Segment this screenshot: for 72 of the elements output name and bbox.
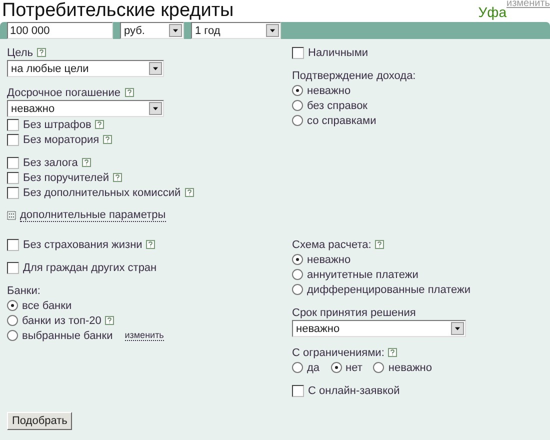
dropdown[interactable]: неважно <box>7 100 164 117</box>
radio-label: да <box>307 362 320 374</box>
group-label: С ограничениями: <box>292 346 384 358</box>
dropdown[interactable]: неважно <box>292 320 466 337</box>
radio-label: со справками <box>307 114 376 126</box>
checkbox[interactable] <box>7 118 19 130</box>
more-parameters-link[interactable]: дополнительные параметры <box>20 209 166 222</box>
help-icon[interactable] <box>184 188 194 197</box>
checkbox-label: Без моратория <box>23 134 100 146</box>
checkbox[interactable] <box>7 156 19 168</box>
radio-button[interactable] <box>292 362 303 373</box>
checkbox[interactable] <box>292 46 304 58</box>
radio-label: выбранные банки <box>22 330 113 342</box>
help-icon[interactable] <box>375 240 384 249</box>
field-label: Досрочное погашение <box>7 86 121 98</box>
radio-label: неважно <box>307 84 351 96</box>
currency-dropdown[interactable]: руб. <box>120 22 184 39</box>
submit-button[interactable]: Подобрать <box>7 412 72 430</box>
checkbox-label: Для граждан других стран <box>23 262 157 274</box>
group-label: Подтверждение дохода: <box>292 70 416 82</box>
help-icon[interactable] <box>388 348 398 357</box>
help-icon[interactable] <box>105 316 114 325</box>
help-icon[interactable] <box>103 135 112 144</box>
field-label: Срок принятия решения <box>292 306 416 318</box>
radio-button[interactable] <box>292 115 303 126</box>
checkbox-label: Наличными <box>308 46 368 58</box>
checkbox-label: Без штрафов <box>23 118 92 130</box>
amount-input[interactable]: 100 000 <box>7 22 113 39</box>
radio-button[interactable] <box>7 300 18 311</box>
checkbox[interactable] <box>7 262 19 274</box>
radio-label: неважно <box>307 254 351 266</box>
checkbox-label: Без страхования жизни <box>23 238 142 250</box>
radio-label: нет <box>346 362 362 374</box>
term-dropdown[interactable]: 1 год <box>191 22 281 39</box>
expand-icon[interactable] <box>7 211 16 220</box>
radio-button[interactable] <box>292 284 303 295</box>
radio-label: аннуитетные платежи <box>307 268 418 280</box>
help-icon[interactable] <box>113 173 122 182</box>
radio-label: неважно <box>388 362 432 374</box>
dropdown[interactable]: на любые цели <box>7 60 164 77</box>
radio-label: дифференцированные платежи <box>307 284 471 296</box>
radio-label: все банки <box>22 300 72 312</box>
checkbox[interactable] <box>7 172 19 184</box>
checkbox[interactable] <box>7 238 19 250</box>
help-icon[interactable] <box>82 158 91 167</box>
radio-button[interactable] <box>292 100 303 111</box>
help-icon[interactable] <box>124 88 134 97</box>
radio-label: без справок <box>307 100 368 112</box>
group-label: Схема расчета: <box>292 238 372 250</box>
city-name: Уфа <box>478 4 506 20</box>
radio-button[interactable] <box>292 85 303 96</box>
checkbox-label: Без залога <box>23 156 78 168</box>
checkbox[interactable] <box>292 384 304 396</box>
help-icon[interactable] <box>146 240 156 249</box>
group-label: Банки: <box>7 284 40 296</box>
change-link[interactable]: изменить <box>124 330 164 341</box>
page-title: Потребительские кредиты <box>1 0 235 22</box>
radio-button[interactable] <box>373 362 384 373</box>
radio-button[interactable] <box>330 362 342 373</box>
checkbox[interactable] <box>7 186 19 198</box>
checkbox[interactable] <box>7 134 19 146</box>
radio-button[interactable] <box>292 269 303 280</box>
help-icon[interactable] <box>95 120 104 129</box>
checkbox-label: Без поручителей <box>23 172 109 184</box>
radio-button[interactable] <box>292 254 303 265</box>
help-icon[interactable] <box>37 48 46 57</box>
radio-button[interactable] <box>7 315 18 326</box>
checkbox-label: С онлайн-заявкой <box>308 384 400 396</box>
field-label: Цель <box>7 46 34 58</box>
radio-label: банки из топ-20 <box>22 314 102 326</box>
radio-button[interactable] <box>7 330 18 341</box>
checkbox-label: Без дополнительных комиссий <box>23 186 181 198</box>
